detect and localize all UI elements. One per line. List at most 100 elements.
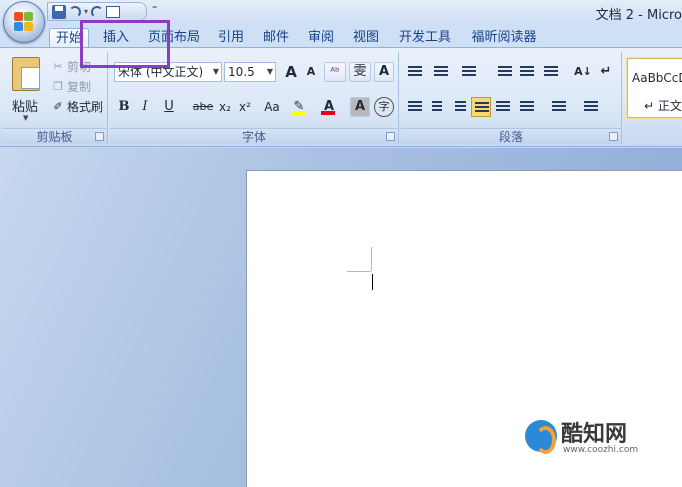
format-painter-label: 格式刷 (67, 100, 104, 114)
paragraph-group-label: 段落 (401, 128, 621, 144)
office-button[interactable] (3, 1, 45, 43)
format-painter-button[interactable]: ✐ 格式刷 (52, 98, 103, 115)
paste-icon[interactable] (12, 57, 40, 91)
undo-icon[interactable] (69, 5, 81, 18)
distributed-icon (496, 101, 510, 113)
multilevel-list-icon (462, 66, 476, 78)
cut-button[interactable]: ✂ 剪切 (52, 58, 91, 75)
chinese-layout-icon (544, 66, 558, 78)
tab-page-layout[interactable]: 页面布局 (143, 28, 205, 48)
borders-button[interactable] (581, 97, 601, 117)
clipboard-group-label: 剪贴板 (2, 128, 107, 144)
bullets-button[interactable] (405, 62, 425, 82)
subscript-button[interactable]: x₂ (216, 97, 234, 117)
clipboard-launcher-icon[interactable] (95, 132, 104, 141)
ribbon: 粘贴 ▼ ✂ 剪切 ❐ 复制 ✐ 格式刷 剪贴板 宋体 (中文正文) ▼ 10.… (0, 47, 682, 147)
font-group: 宋体 (中文正文) ▼ 10.5 ▼ A A ᴬᵇ 雯 A B I U abe … (110, 52, 399, 144)
bold-button[interactable]: B (116, 97, 132, 117)
style-sample-text: AaBbCcD (632, 71, 682, 85)
strikethrough-button[interactable]: abe (190, 97, 216, 117)
numbering-button[interactable] (431, 62, 451, 82)
office-logo-icon (14, 12, 34, 32)
copy-label: 复制 (67, 80, 92, 94)
tab-references[interactable]: 引用 (212, 28, 250, 48)
font-name-value: 宋体 (中文正文) (118, 65, 204, 79)
paragraph-launcher-icon[interactable] (609, 132, 618, 141)
save-icon[interactable] (52, 4, 66, 19)
align-center-icon (432, 101, 442, 113)
align-right-button[interactable] (449, 97, 469, 117)
font-name-combo[interactable]: 宋体 (中文正文) ▼ (114, 62, 222, 82)
superscript-button[interactable]: x² (236, 97, 254, 117)
align-right-icon (455, 101, 466, 113)
font-name-dropdown-icon[interactable]: ▼ (213, 63, 219, 81)
tab-mailings[interactable]: 邮件 (257, 28, 295, 48)
shrink-font-button[interactable]: A (302, 62, 320, 82)
font-size-combo[interactable]: 10.5 ▼ (224, 62, 276, 82)
title-bar: ▾ ⁼ 文档 2 - Micro (0, 0, 682, 24)
decrease-indent-icon (498, 66, 512, 78)
phonetic-guide-button[interactable]: 雯 (349, 62, 371, 82)
cut-label: 剪切 (67, 60, 92, 74)
tab-review[interactable]: 审阅 (302, 28, 340, 48)
align-center-button[interactable] (427, 97, 447, 117)
paste-dropdown-icon[interactable]: ▼ (23, 114, 28, 122)
undo-dropdown-icon[interactable]: ▾ (84, 7, 88, 16)
font-size-dropdown-icon[interactable]: ▼ (267, 63, 273, 81)
line-spacing-icon (520, 101, 534, 113)
decrease-indent-button[interactable] (495, 62, 515, 82)
character-border-button[interactable]: A (374, 62, 394, 82)
justify-button[interactable] (471, 97, 491, 117)
clear-format-button[interactable]: ᴬᵇ (324, 62, 346, 82)
align-left-icon (408, 101, 422, 113)
align-left-button[interactable] (405, 97, 425, 117)
tab-foxit-reader[interactable]: 福昕阅读器 (464, 28, 544, 48)
clipboard-group: 粘贴 ▼ ✂ 剪切 ❐ 复制 ✐ 格式刷 剪贴板 (2, 52, 108, 144)
shading-button[interactable] (549, 97, 569, 117)
tab-home[interactable]: 开始 (49, 28, 89, 48)
font-launcher-icon[interactable] (386, 132, 395, 141)
quick-access-toolbar: ▾ (47, 2, 147, 21)
enclose-characters-button[interactable]: 字 (374, 97, 394, 117)
document-page[interactable]: 酷知网 www.coozhi.com (246, 170, 682, 487)
change-case-button[interactable]: Aa (258, 97, 286, 117)
character-shading-button[interactable]: A (350, 97, 370, 117)
sort-button[interactable]: A↓ (573, 62, 593, 82)
highlight-button[interactable]: ✎ (288, 97, 310, 117)
brush-icon: ✐ (53, 99, 63, 113)
print-preview-icon[interactable] (106, 5, 121, 18)
font-color-swatch (321, 111, 335, 115)
tab-insert[interactable]: 插入 (96, 28, 136, 48)
ribbon-tabs: 开始 插入 页面布局 引用 邮件 审阅 视图 开发工具 福昕阅读器 (0, 24, 682, 48)
paste-button[interactable]: 粘贴 (12, 96, 38, 115)
line-spacing-button[interactable] (517, 97, 537, 117)
paragraph-group: A↓ ↵ 段落 (401, 52, 622, 144)
font-group-label: 字体 (110, 128, 398, 144)
highlight-color-swatch (291, 111, 305, 115)
margin-marker-horizontal (347, 271, 371, 272)
paint-bucket-icon (552, 101, 566, 113)
copy-button[interactable]: ❐ 复制 (52, 78, 91, 95)
increase-indent-button[interactable] (517, 62, 537, 82)
underline-button[interactable]: U (158, 97, 180, 117)
font-color-button[interactable]: A (318, 97, 340, 117)
justify-icon (475, 102, 489, 114)
tab-view[interactable]: 视图 (347, 28, 385, 48)
show-marks-button[interactable]: ↵ (597, 62, 615, 82)
increase-indent-icon (520, 66, 534, 78)
style-name: ↵ 正文 (644, 99, 682, 113)
italic-button[interactable]: I (138, 97, 152, 117)
grow-font-button[interactable]: A (281, 62, 301, 82)
text-cursor (372, 274, 373, 290)
chinese-layout-button[interactable] (541, 62, 561, 82)
customize-qat-icon[interactable]: ⁼ (152, 4, 157, 15)
distributed-button[interactable] (493, 97, 513, 117)
redo-icon[interactable] (91, 5, 104, 18)
window-title: 文档 2 - Micro (595, 8, 682, 23)
watermark-url: www.coozhi.com (563, 445, 639, 455)
font-size-value: 10.5 (228, 65, 255, 79)
multilevel-list-button[interactable] (459, 62, 479, 82)
tab-developer[interactable]: 开发工具 (393, 28, 457, 48)
watermark-brand: 酷知网 (561, 422, 628, 447)
style-normal[interactable]: AaBbCcD ↵ 正文 (626, 57, 682, 119)
